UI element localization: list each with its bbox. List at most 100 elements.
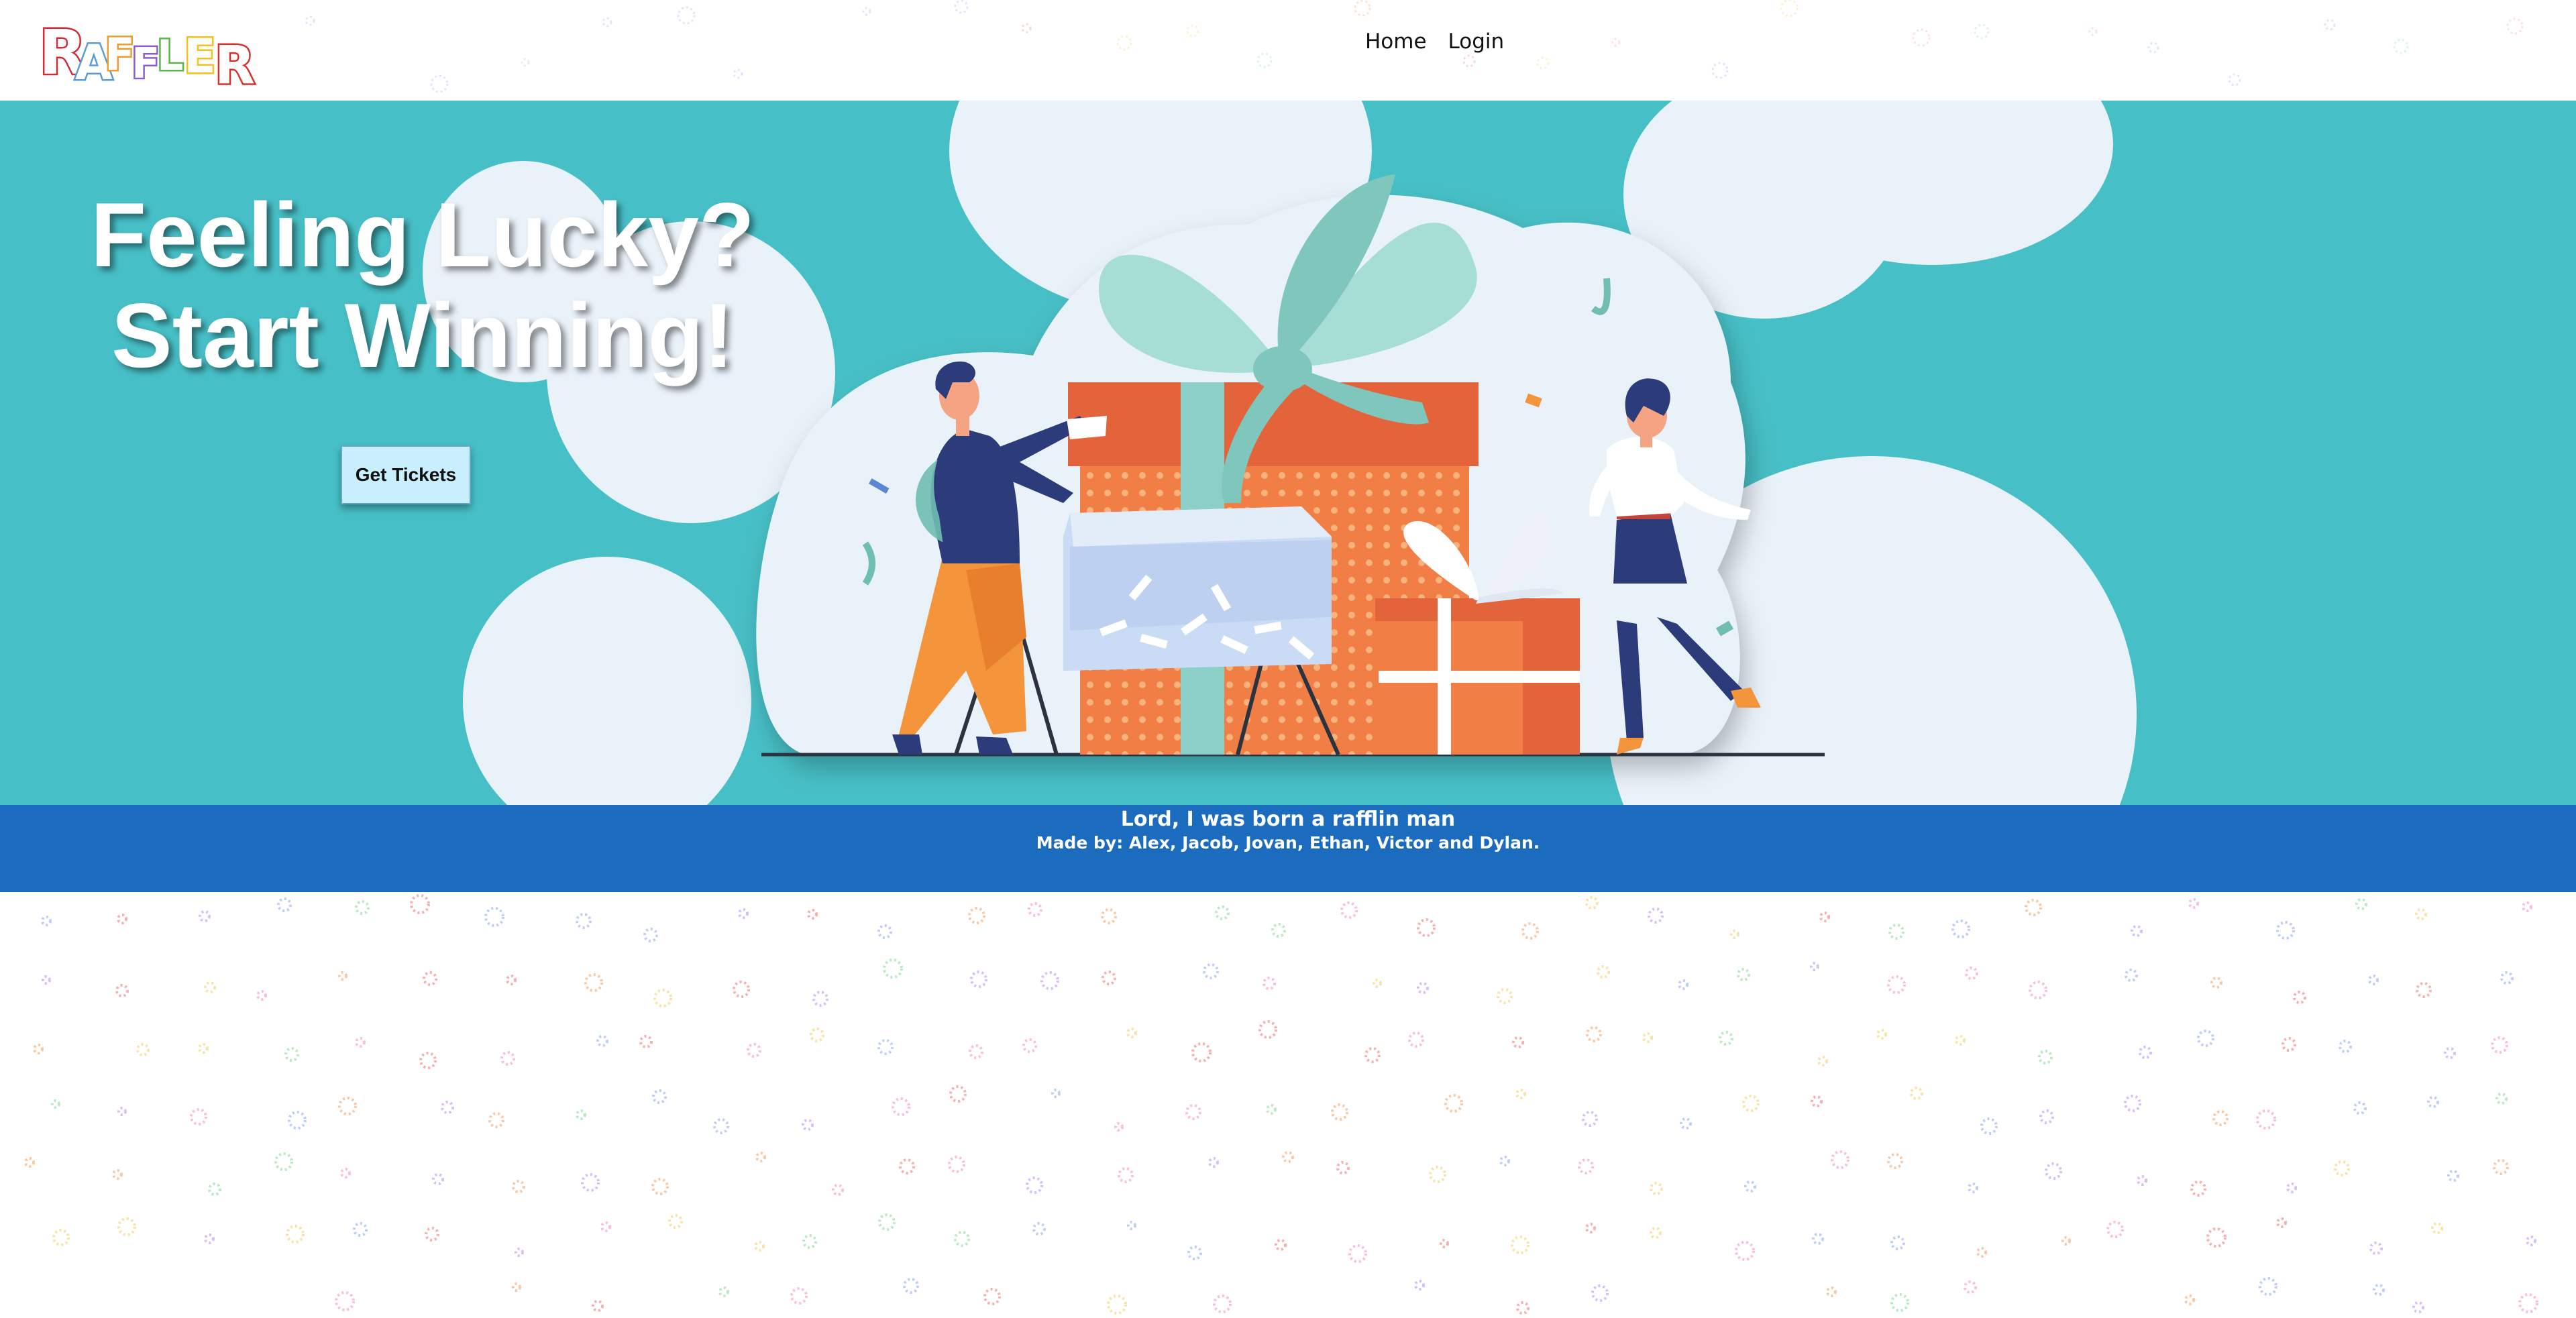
confetti-burst (2493, 1159, 2509, 1175)
confetti-burst (338, 971, 347, 981)
confetti-burst (668, 1214, 683, 1229)
confetti-burst (1730, 930, 1739, 939)
confetti-burst (115, 984, 129, 997)
confetti-burst (652, 1089, 667, 1104)
confetti-burst (2139, 1046, 2152, 1059)
confetti-burst (1597, 965, 1610, 979)
confetti-burst (2522, 901, 2532, 912)
confetti-burst (2427, 1096, 2439, 1108)
confetti-burst (790, 1287, 808, 1305)
nav-links: Home Login (1365, 30, 1504, 54)
confetti-burst (2106, 1221, 2124, 1238)
confetti-burst (441, 1101, 454, 1114)
svg-text:F: F (105, 29, 135, 80)
confetti-burst (1497, 988, 1513, 1004)
confetti-burst (1275, 1239, 1287, 1251)
confetti-burst (1810, 962, 1819, 971)
confetti-burst (117, 1217, 136, 1236)
confetti-burst (1114, 1122, 1124, 1132)
confetti-burst (432, 1173, 444, 1185)
confetti-burst (802, 1234, 817, 1249)
confetti-burst (1951, 920, 1970, 938)
confetti-burst (1737, 968, 1750, 981)
confetti-burst (949, 1085, 967, 1103)
confetti-burst (2369, 1242, 2383, 1255)
confetti-burst (2339, 1040, 2352, 1053)
svg-text:F: F (131, 39, 160, 88)
confetti-burst (1271, 923, 1286, 938)
confetti-burst (576, 1109, 586, 1120)
confetti-burst (718, 1286, 729, 1297)
confetti-burst (1744, 1180, 1756, 1193)
confetti-burst (1650, 1227, 1662, 1239)
confetti-burst (747, 1043, 761, 1058)
confetti-burst (1282, 1151, 1294, 1163)
confetti-burst (515, 1248, 524, 1257)
confetti-burst (274, 1152, 293, 1171)
confetti-burst (1742, 1095, 1760, 1112)
confetti-burst (24, 1157, 35, 1168)
confetti-burst (1208, 1157, 1219, 1168)
confetti-burst (1890, 1293, 1909, 1312)
confetti-burst (335, 1291, 355, 1311)
confetti-burst (425, 1227, 439, 1242)
confetti-burst (1812, 1233, 1824, 1245)
confetti-burst (51, 1099, 60, 1109)
confetti-burst (484, 907, 504, 927)
confetti-burst (1511, 1235, 1529, 1254)
confetti-burst (512, 1282, 521, 1292)
confetti-burst (2447, 1170, 2459, 1182)
confetti-burst (643, 928, 658, 942)
confetti-burst (1266, 1104, 1277, 1115)
nav-home-link[interactable]: Home (1365, 30, 1427, 54)
confetti-burst (1735, 1241, 1755, 1261)
confetti-burst (2286, 1183, 2297, 1193)
headline-line-1: Feeling Lucky? (91, 184, 755, 286)
confetti-burst (2125, 969, 2138, 982)
confetti-burst (2256, 1109, 2276, 1130)
raffler-logo-icon: R A F F L E R (38, 15, 257, 98)
footer-credits: Made by: Alex, Jacob, Jovan, Ethan, Vict… (1036, 833, 1540, 853)
confetti-burst (277, 897, 292, 912)
confetti-burst (2293, 991, 2306, 1004)
confetti-burst (1578, 1158, 1594, 1174)
confetti-burst (1591, 1284, 1609, 1302)
nav-login-link[interactable]: Login (1448, 30, 1505, 54)
confetti-burst (2259, 1277, 2277, 1296)
confetti-burst (802, 1119, 814, 1131)
confetti-burst (355, 900, 370, 915)
get-tickets-button[interactable]: Get Tickets (341, 445, 471, 504)
confetti-burst (419, 1052, 437, 1069)
confetti-burst (2025, 899, 2042, 916)
confetti-burst (2212, 1110, 2229, 1126)
confetti-burst (1887, 975, 1906, 994)
confetti-burst (1826, 1286, 1837, 1297)
confetti-burst (1051, 1089, 1061, 1098)
confetti-burst (355, 1037, 366, 1048)
confetti-burst (1191, 1042, 1212, 1062)
confetti-burst (488, 1112, 504, 1128)
confetti-burst (1582, 1111, 1598, 1127)
confetti-burst (2061, 1236, 2071, 1246)
confetti-burst (1650, 1182, 1663, 1195)
confetti-burst (1440, 1239, 1449, 1248)
confetti-burst (1414, 1280, 1425, 1290)
confetti-burst (1811, 1095, 1823, 1107)
confetti-burst (878, 1213, 896, 1231)
confetti-burst (2131, 925, 2143, 937)
confetti-burst (584, 973, 603, 992)
confetti-burst (1429, 1166, 1446, 1183)
hero-headline: Feeling Lucky? Start Winning! (60, 184, 785, 386)
footer: Lord, I was born a rafflin man Made by: … (0, 805, 2576, 892)
confetti-burst (512, 1180, 525, 1193)
confetti-burst (755, 1152, 766, 1162)
confetti-burst (1101, 908, 1117, 924)
logo-link[interactable]: R A F F L E R (34, 0, 268, 98)
confetti-burst (1408, 1032, 1424, 1048)
confetti-burst (506, 975, 517, 985)
confetti-burst (2334, 1160, 2350, 1176)
confetti-burst (754, 1241, 765, 1252)
confetti-burst (353, 1222, 368, 1237)
confetti-burst (2491, 1036, 2508, 1054)
confetti-burst (204, 1233, 215, 1244)
